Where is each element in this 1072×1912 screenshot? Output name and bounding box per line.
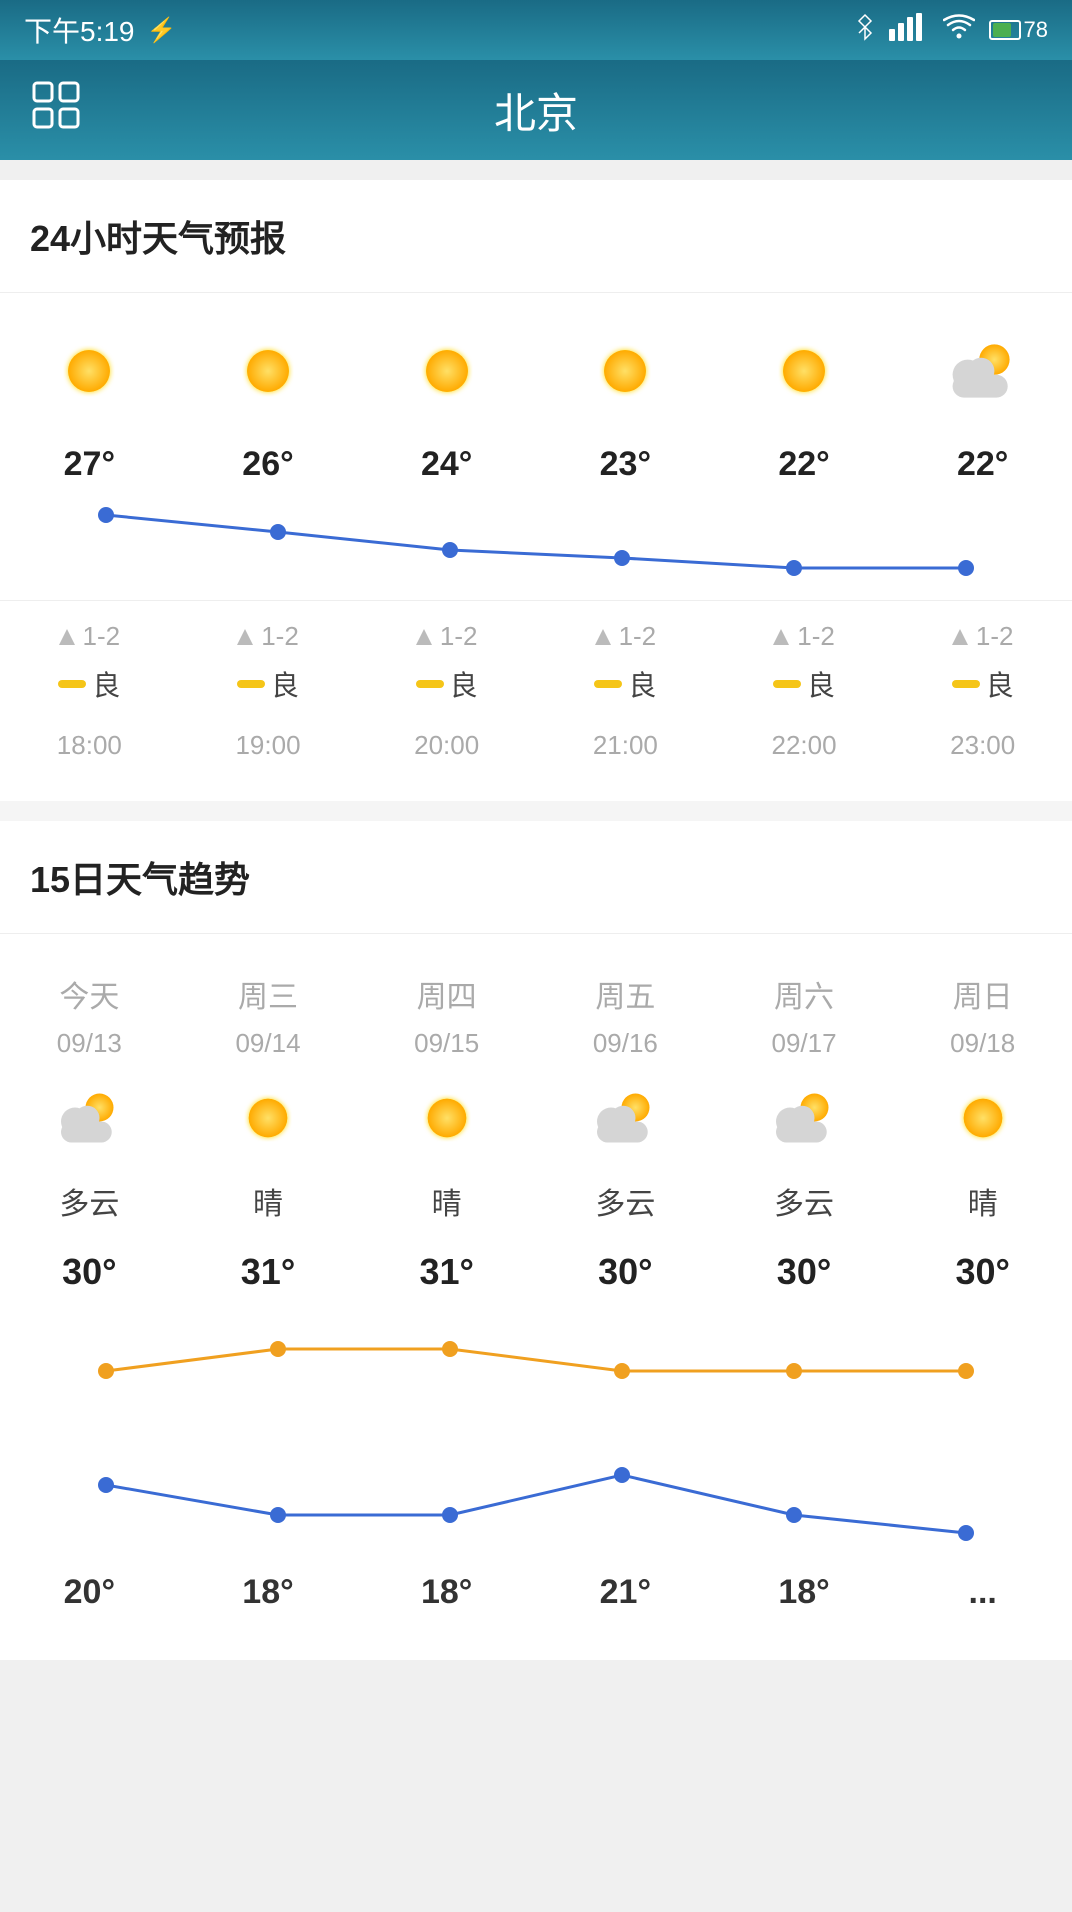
- daily-descs-row: 多云晴晴多云多云晴: [0, 1173, 1072, 1229]
- daily-lows-item: 21°: [536, 1565, 715, 1620]
- daily-high-chart: [0, 1315, 1072, 1405]
- hourly-icon-item: [715, 323, 894, 419]
- daily-dates-item: 09/16: [536, 1024, 715, 1063]
- hourly-wind-row: 1-21-21-21-21-21-2: [0, 600, 1072, 658]
- daily-lows-item: 18°: [357, 1565, 536, 1620]
- hourly-icon-item: [893, 323, 1072, 419]
- hourly-wind-item: 1-2: [715, 601, 894, 658]
- daily-highs-item: 30°: [893, 1243, 1072, 1301]
- daily-header-row: 今天周三周四周五周六周日: [0, 933, 1072, 1024]
- daily-dates-item: 09/15: [357, 1024, 536, 1063]
- time-display: 下午5:19: [24, 10, 135, 50]
- daily-section-title: 15日天气趋势: [0, 851, 1072, 933]
- hourly-aqi-item: 良: [715, 658, 894, 710]
- hourly-temp-label: 22°: [715, 429, 894, 490]
- daily-descs-item: 多云: [715, 1173, 894, 1229]
- daily-dates-item: 09/17: [715, 1024, 894, 1063]
- hourly-time-label: 22:00: [715, 720, 894, 771]
- hourly-aqi-item: 良: [536, 658, 715, 710]
- daily-lows-item: 18°: [715, 1565, 894, 1620]
- hourly-temp-chart: 27°26°24°23°22°22°: [0, 429, 1072, 600]
- hourly-wind-item: 1-2: [893, 601, 1072, 658]
- daily-icons-row: [0, 1083, 1072, 1153]
- hourly-wind-item: 1-2: [536, 601, 715, 658]
- daily-highs-item: 30°: [536, 1243, 715, 1301]
- top-navigation: 北京: [0, 60, 1072, 160]
- daily-low-chart: [0, 1405, 1072, 1555]
- hourly-time-label: 21:00: [536, 720, 715, 771]
- status-bar: 下午5:19 ⚡: [0, 0, 1072, 60]
- hourly-wind-item: 1-2: [357, 601, 536, 658]
- hourly-icon-item: [179, 323, 358, 419]
- daily-names-item: 周三: [179, 964, 358, 1024]
- daily-descs-item: 晴: [893, 1173, 1072, 1229]
- daily-names-item: 周六: [715, 964, 894, 1024]
- hourly-temp-label: 22°: [893, 429, 1072, 490]
- status-right: 78: [855, 13, 1048, 48]
- daily-highs-item: 31°: [357, 1243, 536, 1301]
- hourly-icons-row: [0, 292, 1072, 429]
- main-content: 24小时天气预报: [0, 180, 1072, 1660]
- hourly-times-row: 18:0019:0020:0021:0022:0023:00: [0, 710, 1072, 801]
- daily-forecast-section: 15日天气趋势 今天周三周四周五周六周日 09/1309/1409/1509/1…: [0, 821, 1072, 1660]
- hourly-aqi-item: 良: [893, 658, 1072, 710]
- daily-highs-item: 31°: [179, 1243, 358, 1301]
- hourly-icon-item: [0, 323, 179, 419]
- hourly-aqi-item: 良: [179, 658, 358, 710]
- daily-lows-item: 20°: [0, 1565, 179, 1620]
- hourly-aqi-row: 良良良良良良: [0, 658, 1072, 710]
- daily-dates-item: 09/14: [179, 1024, 358, 1063]
- daily-icon-item: [893, 1083, 1072, 1153]
- daily-lows-item: 18°: [179, 1565, 358, 1620]
- hourly-aqi-item: 良: [357, 658, 536, 710]
- daily-highs-item: 30°: [0, 1243, 179, 1301]
- hourly-temp-label: 23°: [536, 429, 715, 490]
- hourly-wind-item: 1-2: [0, 601, 179, 658]
- daily-names-item: 今天: [0, 964, 179, 1024]
- daily-lows-row: 20°18°18°21°18°...: [0, 1565, 1072, 1620]
- hourly-time-label: 20:00: [357, 720, 536, 771]
- daily-dates-item: 09/18: [893, 1024, 1072, 1063]
- hourly-temp-label: 26°: [179, 429, 358, 490]
- hourly-temp-label: 24°: [357, 429, 536, 490]
- hourly-time-label: 19:00: [179, 720, 358, 771]
- battery-display: 78: [989, 17, 1048, 43]
- daily-highs-row: 30°31°31°30°30°30°: [0, 1243, 1072, 1301]
- hourly-time-label: 18:00: [0, 720, 179, 771]
- daily-descs-item: 晴: [357, 1173, 536, 1229]
- daily-descs-item: 多云: [536, 1173, 715, 1229]
- hourly-time-label: 23:00: [893, 720, 1072, 771]
- daily-names-item: 周四: [357, 964, 536, 1024]
- daily-icon-item: [536, 1083, 715, 1153]
- signal-icon: [889, 13, 929, 48]
- bluetooth-icon: [855, 13, 875, 48]
- status-left: 下午5:19 ⚡: [24, 10, 176, 50]
- hourly-section-title: 24小时天气预报: [0, 210, 1072, 292]
- page-title: 北京: [494, 80, 578, 141]
- hourly-forecast-section: 24小时天气预报: [0, 180, 1072, 801]
- wifi-icon: [943, 13, 975, 48]
- hourly-icon-item: [357, 323, 536, 419]
- flash-icon: ⚡: [147, 16, 177, 45]
- hourly-wind-item: 1-2: [179, 601, 358, 658]
- daily-icon-item: [179, 1083, 358, 1153]
- daily-names-item: 周日: [893, 964, 1072, 1024]
- daily-names-item: 周五: [536, 964, 715, 1024]
- daily-highs-item: 30°: [715, 1243, 894, 1301]
- daily-icon-item: [715, 1083, 894, 1153]
- hourly-aqi-item: 良: [0, 658, 179, 710]
- daily-lows-item: ...: [893, 1565, 1072, 1620]
- daily-dates-row: 09/1309/1409/1509/1609/1709/18: [0, 1024, 1072, 1063]
- hourly-temp-label: 27°: [0, 429, 179, 490]
- grid-menu-button[interactable]: [30, 79, 82, 141]
- hourly-icon-item: [536, 323, 715, 419]
- daily-icon-item: [357, 1083, 536, 1153]
- daily-descs-item: 多云: [0, 1173, 179, 1229]
- daily-icon-item: [0, 1083, 179, 1153]
- daily-dates-item: 09/13: [0, 1024, 179, 1063]
- daily-descs-item: 晴: [179, 1173, 358, 1229]
